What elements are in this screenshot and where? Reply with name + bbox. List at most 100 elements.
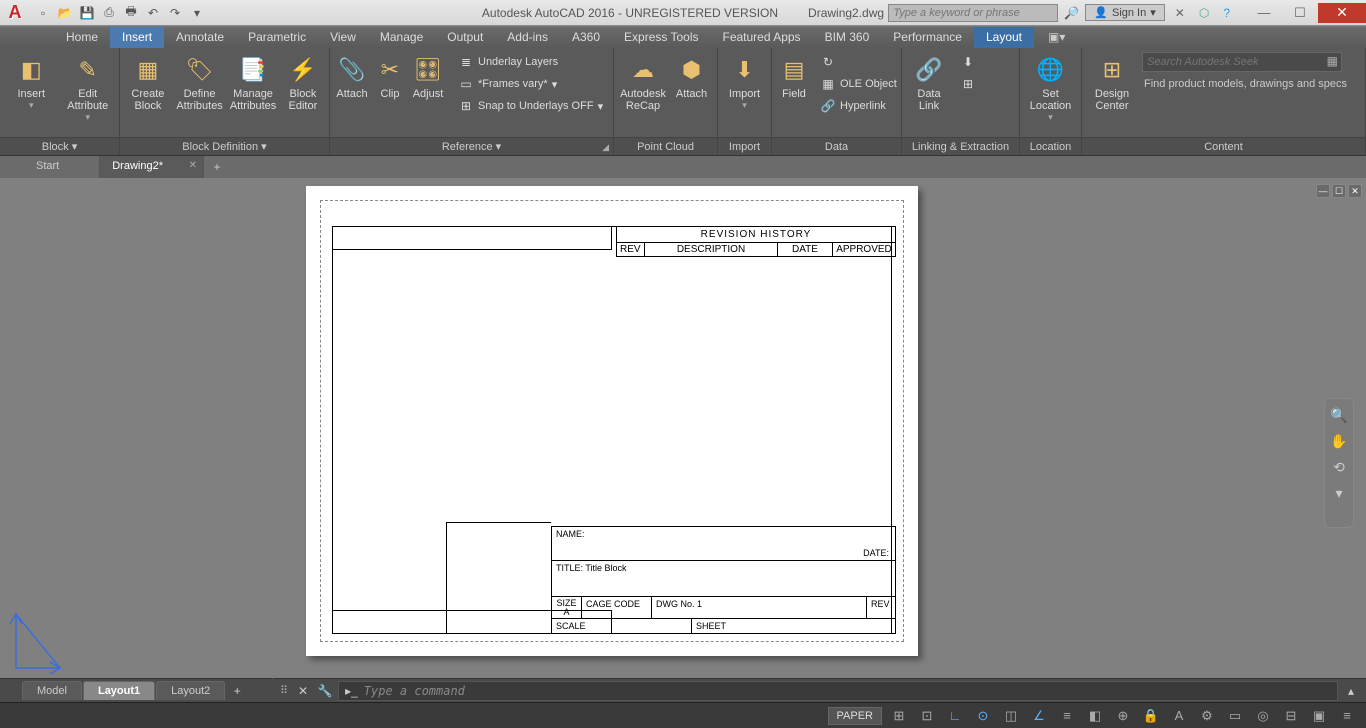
create-block-button[interactable]: ▦Create Block [126,52,170,112]
tab-parametric[interactable]: Parametric [236,27,318,48]
cmd-grip-icon[interactable]: ⠿ [280,684,290,697]
showmotion-icon[interactable]: ▾ [1329,483,1349,503]
help-icon[interactable]: ? [1223,6,1230,20]
hyperlink-button[interactable]: 🔗Hyperlink [816,96,901,116]
workspace-icon[interactable]: ⚙ [1196,706,1218,726]
attach-button[interactable]: 📎Attach [336,52,368,100]
tab-a360[interactable]: A360 [560,27,612,48]
tab-insert[interactable]: Insert [110,27,164,48]
command-input[interactable]: ▸_ Type a command [338,681,1338,701]
new-icon[interactable]: ▫ [34,4,52,22]
tab-express[interactable]: Express Tools [612,27,710,48]
tab-bim360[interactable]: BIM 360 [813,27,882,48]
underlay-layers-button[interactable]: ≣Underlay Layers [454,52,607,72]
cleanscreen-icon[interactable]: ▣ [1308,706,1330,726]
layout1-tab[interactable]: Layout1 [83,681,155,700]
signin-button[interactable]: 👤 Sign In ▾ [1085,4,1164,21]
saveas-icon[interactable]: ⎙ [100,4,118,22]
panel-block[interactable]: Block ▾ [0,137,119,155]
panel-reference[interactable]: Reference ▾◢ [330,137,613,155]
pan-icon[interactable]: ✋ [1329,431,1349,451]
model-tab[interactable]: Model [22,681,82,700]
ortho-icon[interactable]: ∟ [944,706,966,726]
update-fields-button[interactable]: ↻ [816,52,901,72]
zoom-extents-icon[interactable]: 🔍 [1329,405,1349,425]
adjust-button[interactable]: 🎛Adjust [412,52,444,100]
hardware-icon[interactable]: ⊟ [1280,706,1302,726]
new-tab-button[interactable]: + [204,156,230,178]
tab-output[interactable]: Output [435,27,495,48]
set-location-button[interactable]: 🌐Set Location▾ [1026,52,1075,123]
polar-icon[interactable]: ⊙ [972,706,994,726]
lineweight-icon[interactable]: ≡ [1056,706,1078,726]
field-button[interactable]: ▤Field [778,52,810,100]
customize-status-icon[interactable]: ≡ [1336,706,1358,726]
tab-manage[interactable]: Manage [368,27,435,48]
panel-blockdef[interactable]: Block Definition ▾ [120,137,329,155]
tab-addins[interactable]: Add-ins [495,27,560,48]
close-tab-icon[interactable]: ✕ [189,160,197,171]
orbit-icon[interactable]: ⟲ [1329,457,1349,477]
tab-drawing2[interactable]: Drawing2*✕ [100,156,204,178]
layout2-tab[interactable]: Layout2 [156,681,225,700]
isolate-icon[interactable]: ◎ [1252,706,1274,726]
define-attributes-button[interactable]: 🏷Define Attributes [176,52,223,112]
space-toggle[interactable]: PAPER [828,707,882,725]
add-layout-button[interactable]: + [226,684,248,698]
seek-search-input[interactable] [1142,52,1342,72]
data-link-button[interactable]: 🔗Data Link [908,52,950,112]
recap-button[interactable]: ☁Autodesk ReCap [620,52,666,112]
ucs-icon[interactable] [8,606,78,676]
close-button[interactable]: ✕ [1318,3,1366,23]
help-search-input[interactable] [888,4,1058,22]
tab-featured[interactable]: Featured Apps [711,27,813,48]
tab-layout[interactable]: Layout [974,27,1034,48]
transparency-icon[interactable]: ◧ [1084,706,1106,726]
qat-dropdown-icon[interactable]: ▾ [188,4,206,22]
save-icon[interactable]: 💾 [78,4,96,22]
design-center-button[interactable]: ⊞Design Center [1088,52,1136,112]
vp-maximize-icon[interactable]: ☐ [1332,184,1346,198]
manage-attributes-button[interactable]: 📑Manage Attributes [229,52,276,112]
tab-annotate[interactable]: Annotate [164,27,236,48]
plot-icon[interactable]: 🖶 [122,4,140,22]
import-button[interactable]: ⬇Import▾ [724,52,765,111]
cycling-icon[interactable]: ⊕ [1112,706,1134,726]
extract-data-button[interactable]: ⊞ [956,74,980,94]
download-link-button[interactable]: ⬇ [956,52,980,72]
a360-icon[interactable]: ⬡ [1199,6,1209,20]
minimize-button[interactable]: — [1246,3,1282,23]
annoscale-icon[interactable]: 🔒 [1140,706,1162,726]
binoculars-icon[interactable]: 🔎 [1064,6,1079,20]
redo-icon[interactable]: ↷ [166,4,184,22]
clip-button[interactable]: ✂Clip [374,52,406,100]
undo-icon[interactable]: ↶ [144,4,162,22]
insert-block-button[interactable]: ◧Insert▾ [6,52,57,111]
cmd-close-icon[interactable]: ✕ [294,682,312,700]
otrack-icon[interactable]: ∠ [1028,706,1050,726]
edit-attribute-button[interactable]: ✎Edit Attribute▾ [63,52,114,123]
cmd-history-icon[interactable]: ▴ [1342,682,1360,700]
vp-close-icon[interactable]: ✕ [1348,184,1362,198]
annotation-icon[interactable]: A [1168,706,1190,726]
snap-icon[interactable]: ⊡ [916,706,938,726]
viewport-top[interactable] [332,226,612,250]
seek-go-icon[interactable]: ▦ [1327,54,1338,68]
tab-view[interactable]: View [318,27,368,48]
osnap-icon[interactable]: ◫ [1000,706,1022,726]
drawing-canvas[interactable]: — ☐ ✕ REVISION HISTORY REV DESCRIPTION D… [0,178,1366,678]
cmd-customize-icon[interactable]: 🔧 [316,682,334,700]
block-editor-button[interactable]: ⚡Block Editor [283,52,323,112]
tab-performance[interactable]: Performance [881,27,974,48]
app-menu[interactable]: A [0,0,30,26]
ribbon-options-icon[interactable]: ▣▾ [1042,27,1071,48]
grid-icon[interactable]: ⊞ [888,706,910,726]
open-icon[interactable]: 📂 [56,4,74,22]
maximize-button[interactable]: ☐ [1282,3,1318,23]
tab-start[interactable]: Start [24,156,100,178]
ole-object-button[interactable]: ▦OLE Object [816,74,901,94]
exchange-icon[interactable]: ✕ [1175,6,1185,20]
snap-underlays-dropdown[interactable]: ⊞Snap to Underlays OFF ▾ [454,96,607,116]
frames-dropdown[interactable]: ▭*Frames vary* ▾ [454,74,607,94]
monitor-icon[interactable]: ▭ [1224,706,1246,726]
